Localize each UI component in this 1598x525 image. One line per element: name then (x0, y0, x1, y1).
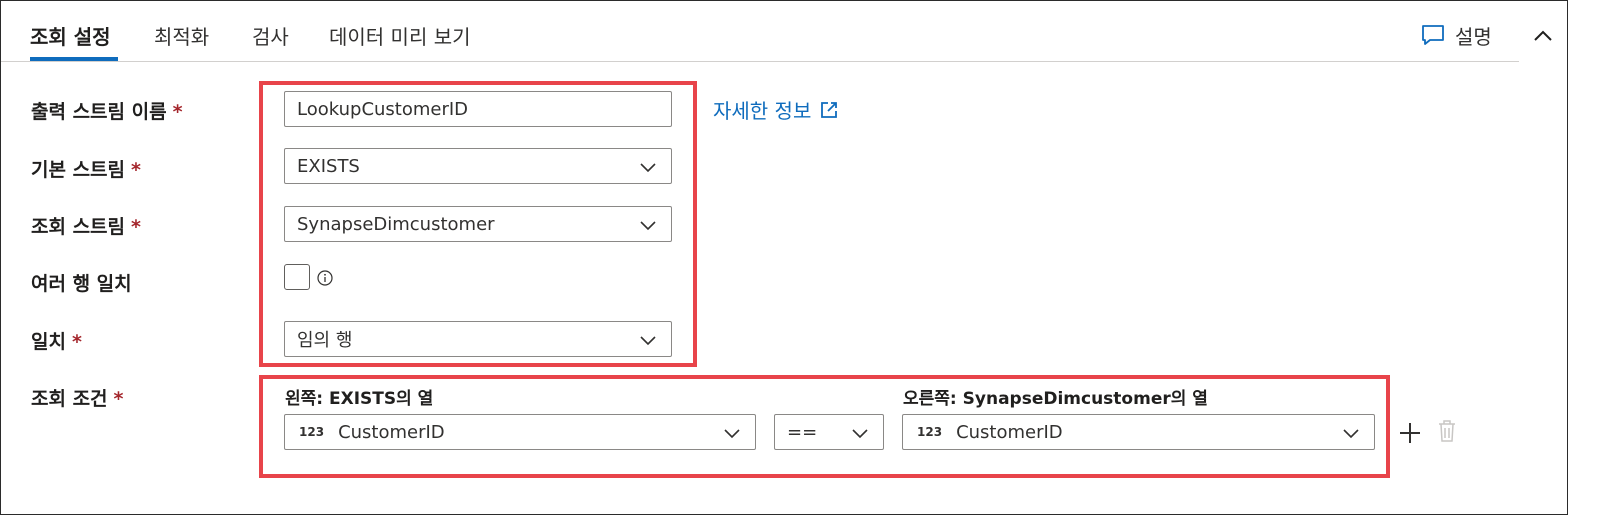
learn-more-text: 자세한 정보 (713, 99, 812, 123)
lookup-stream-dropdown[interactable]: SynapseDimcustomer (284, 206, 672, 242)
output-stream-value: LookupCustomerID (297, 98, 469, 120)
primary-stream-dropdown[interactable]: EXISTS (284, 148, 672, 184)
explain-button[interactable]: 설명 (1421, 21, 1492, 49)
match-value: 임의 행 (297, 330, 353, 351)
lookup-settings-panel: 조회 설정 최적화 검사 데이터 미리 보기 설명 출력 스트림 이름 * Loo… (0, 0, 1568, 515)
output-stream-input[interactable]: LookupCustomerID (284, 91, 672, 127)
info-icon[interactable] (317, 270, 333, 286)
right-column-header: 오른쪽: SynapseDimcustomer의 열 (903, 389, 1208, 409)
chevron-down-icon (724, 429, 740, 439)
primary-stream-value: EXISTS (297, 155, 360, 177)
lookup-stream-label-text: 조회 스트림 (31, 216, 126, 238)
tab-lookup-settings[interactable]: 조회 설정 (30, 21, 111, 50)
left-column-header: 왼쪽: EXISTS의 열 (285, 389, 434, 409)
left-column-value: CustomerID (338, 421, 445, 443)
required-mark: * (131, 216, 141, 238)
tab-inspect[interactable]: 검사 (252, 21, 289, 50)
match-multiple-rows-label: 여러 행 일치 (31, 269, 132, 296)
match-multiple-rows-checkbox[interactable] (284, 264, 310, 290)
tab-data-preview[interactable]: 데이터 미리 보기 (329, 21, 471, 50)
chevron-down-icon (1343, 429, 1359, 439)
match-label-text: 일치 (31, 331, 66, 353)
tab-divider (1, 61, 1519, 62)
lookup-stream-value: SynapseDimcustomer (297, 213, 495, 235)
primary-stream-label: 기본 스트림 * (31, 155, 141, 182)
chevron-up-icon[interactable] (1531, 25, 1555, 47)
match-label: 일치 * (31, 327, 82, 354)
output-stream-label-text: 출력 스트림 이름 (31, 101, 167, 123)
trash-icon (1439, 420, 1455, 442)
learn-more-link[interactable]: 자세한 정보 (713, 95, 839, 124)
match-dropdown[interactable]: 임의 행 (284, 321, 672, 357)
comment-icon (1422, 25, 1444, 45)
lookup-conditions-label: 조회 조건 * (31, 384, 123, 411)
chevron-down-icon (640, 221, 656, 231)
required-mark: * (131, 159, 141, 181)
required-mark: * (71, 331, 82, 353)
lookup-conditions-label-text: 조회 조건 (31, 388, 108, 410)
external-link-icon (821, 101, 838, 118)
right-column-dropdown[interactable]: 123 CustomerID (902, 414, 1375, 450)
tab-optimize[interactable]: 최적화 (154, 21, 209, 50)
output-stream-label: 출력 스트림 이름 * (31, 97, 183, 124)
chevron-down-icon (640, 163, 656, 173)
chevron-down-icon (640, 336, 656, 346)
plus-icon[interactable] (1398, 421, 1422, 445)
chevron-down-icon (852, 429, 868, 439)
numeric-type-icon: 123 (917, 425, 943, 439)
explain-label: 설명 (1455, 24, 1492, 49)
required-mark: * (113, 388, 124, 410)
operator-dropdown[interactable]: == (774, 414, 884, 450)
tab-bar: 조회 설정 최적화 검사 데이터 미리 보기 설명 (1, 1, 1567, 63)
lookup-stream-label: 조회 스트림 * (31, 212, 141, 239)
match-multiple-rows-label-text: 여러 행 일치 (31, 273, 132, 295)
primary-stream-label-text: 기본 스트림 (31, 159, 126, 181)
operator-value: == (787, 421, 818, 443)
left-column-dropdown[interactable]: 123 CustomerID (284, 414, 756, 450)
required-mark: * (172, 101, 183, 123)
right-column-value: CustomerID (956, 421, 1063, 443)
numeric-type-icon: 123 (299, 425, 325, 439)
